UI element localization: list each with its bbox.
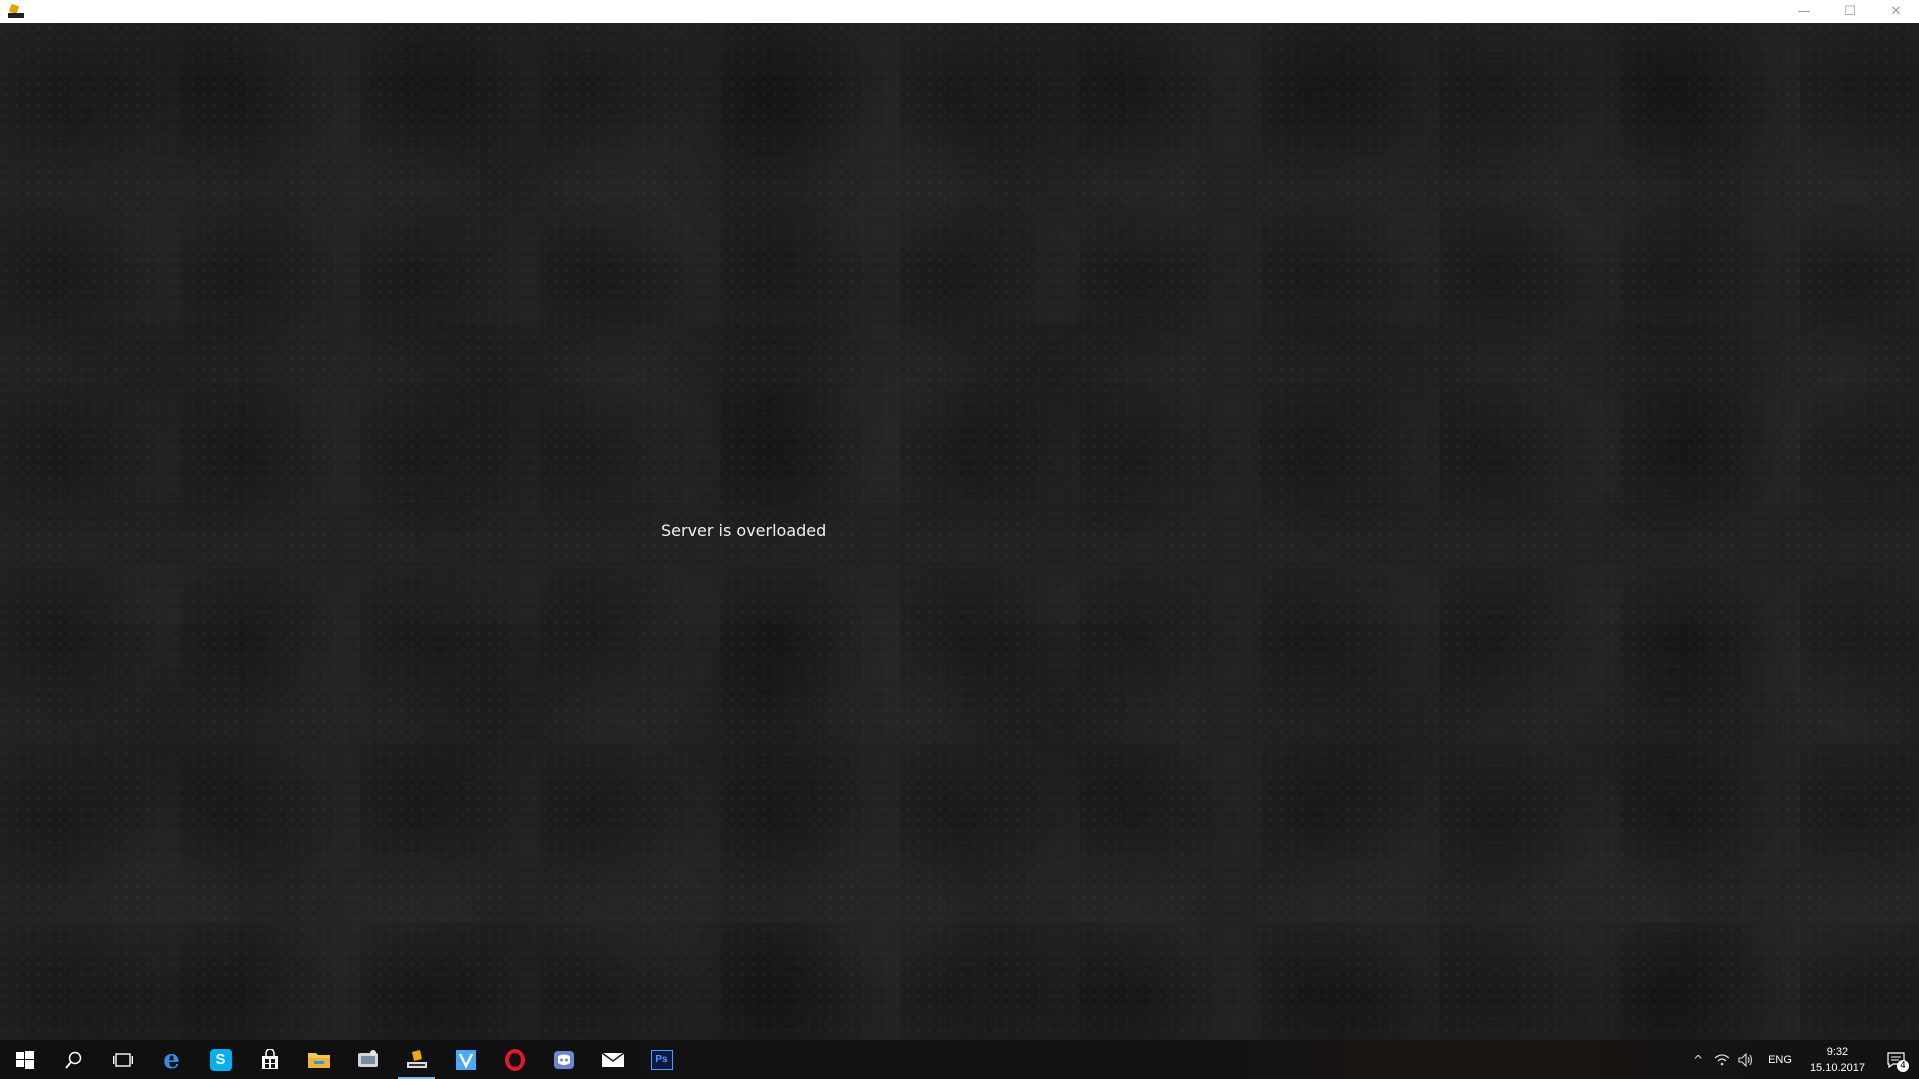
maximize-button[interactable]: ☐ xyxy=(1827,0,1873,23)
clock-date: 15.10.2017 xyxy=(1809,1061,1865,1074)
taskbar-app[interactable] xyxy=(343,1040,392,1079)
taskbar-visual-studio[interactable] xyxy=(441,1040,490,1079)
taskbar-edge[interactable]: e xyxy=(147,1040,196,1079)
photoshop-icon: Ps xyxy=(650,1049,673,1070)
discord-icon xyxy=(553,1050,574,1069)
search-icon xyxy=(64,1051,81,1069)
file-explorer-icon xyxy=(307,1052,330,1068)
taskbar: e S Ps ^ ENG 9:32 15.10.2017 4 xyxy=(0,1040,1919,1079)
taskbar-store[interactable] xyxy=(245,1040,294,1079)
taskbar-file-explorer[interactable] xyxy=(294,1040,343,1079)
edge-browser-icon: e xyxy=(163,1044,180,1075)
notification-count-badge: 4 xyxy=(1897,1060,1909,1072)
visual-studio-icon xyxy=(455,1049,476,1070)
search-button[interactable] xyxy=(49,1040,98,1079)
network-icon xyxy=(1714,1053,1730,1065)
game-client-icon xyxy=(406,1049,427,1068)
task-view-icon xyxy=(112,1052,133,1067)
taskbar-skype[interactable]: S xyxy=(196,1040,245,1079)
start-button[interactable] xyxy=(0,1040,49,1079)
app-icon xyxy=(357,1049,378,1067)
network-button[interactable] xyxy=(1710,1040,1734,1079)
task-view-button[interactable] xyxy=(98,1040,147,1079)
show-hidden-icons-button[interactable]: ^ xyxy=(1686,1040,1710,1079)
app-logo-icon xyxy=(8,3,24,19)
taskbar-game-client[interactable] xyxy=(392,1040,441,1079)
clock[interactable]: 9:32 15.10.2017 xyxy=(1802,1044,1873,1076)
taskbar-photoshop[interactable]: Ps xyxy=(637,1040,686,1079)
windows-start-icon xyxy=(15,1050,34,1069)
taskbar-opera[interactable] xyxy=(490,1040,539,1079)
taskbar-mail[interactable] xyxy=(588,1040,637,1079)
window-controls: — ☐ ✕ xyxy=(1781,0,1919,23)
clock-time: 9:32 xyxy=(1826,1045,1849,1058)
server-status-message: Server is overloaded xyxy=(661,521,827,540)
skype-icon: S xyxy=(209,1048,232,1071)
system-tray: ^ ENG 9:32 15.10.2017 4 xyxy=(1686,1040,1919,1079)
action-center-button[interactable]: 4 xyxy=(1873,1040,1919,1079)
chevron-up-icon: ^ xyxy=(1693,1052,1704,1067)
volume-button[interactable] xyxy=(1734,1040,1758,1079)
taskbar-discord[interactable] xyxy=(539,1040,588,1079)
app-main-area: Server is overloaded xyxy=(0,23,1919,1040)
input-language-indicator[interactable]: ENG xyxy=(1758,1054,1802,1066)
speaker-icon xyxy=(1738,1052,1753,1067)
close-button[interactable]: ✕ xyxy=(1873,0,1919,23)
store-icon xyxy=(261,1048,278,1069)
opera-icon xyxy=(504,1048,525,1071)
mail-icon xyxy=(601,1051,624,1067)
minimize-button[interactable]: — xyxy=(1781,0,1827,23)
window-title-bar: — ☐ ✕ xyxy=(0,0,1919,23)
